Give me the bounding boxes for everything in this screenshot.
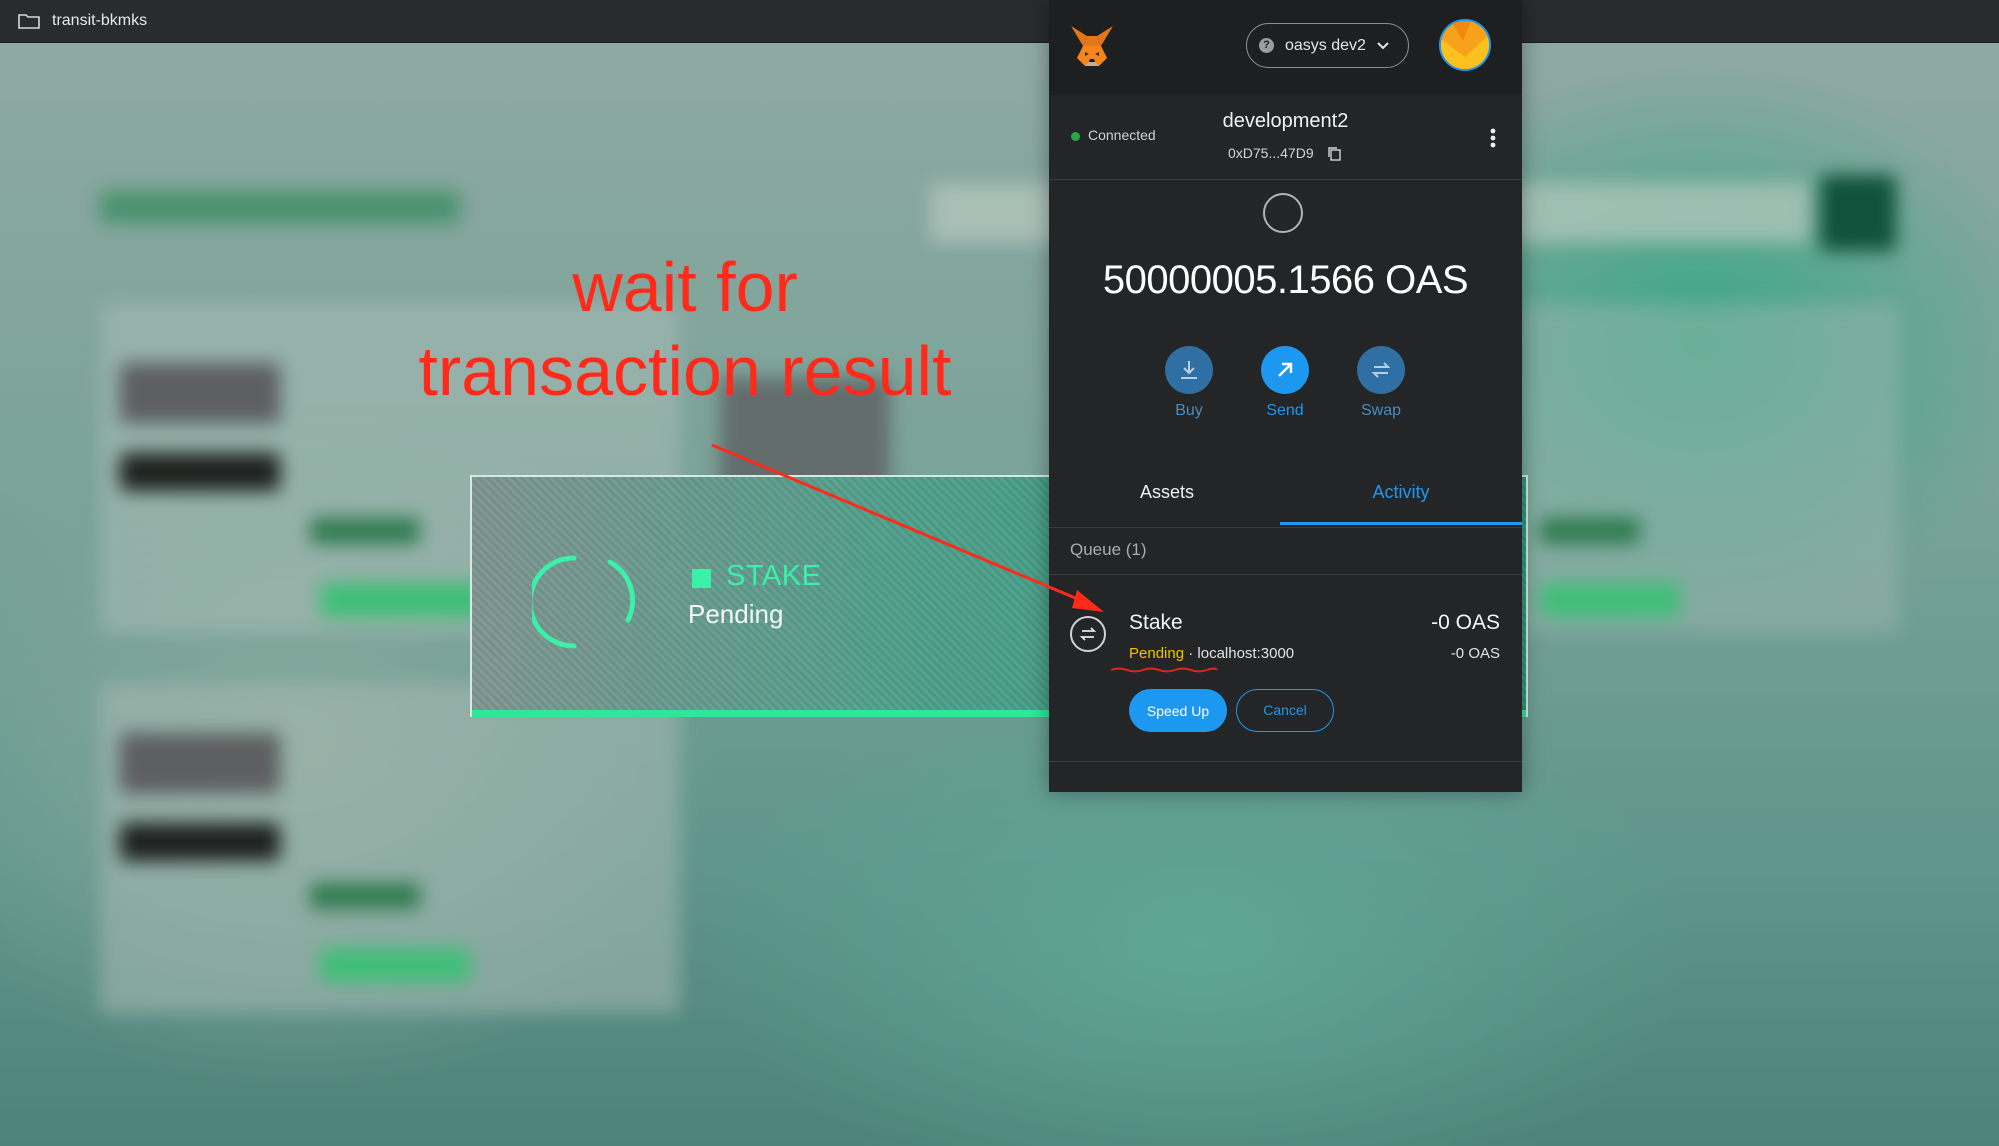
annotation-arrow-icon [711,443,1104,612]
